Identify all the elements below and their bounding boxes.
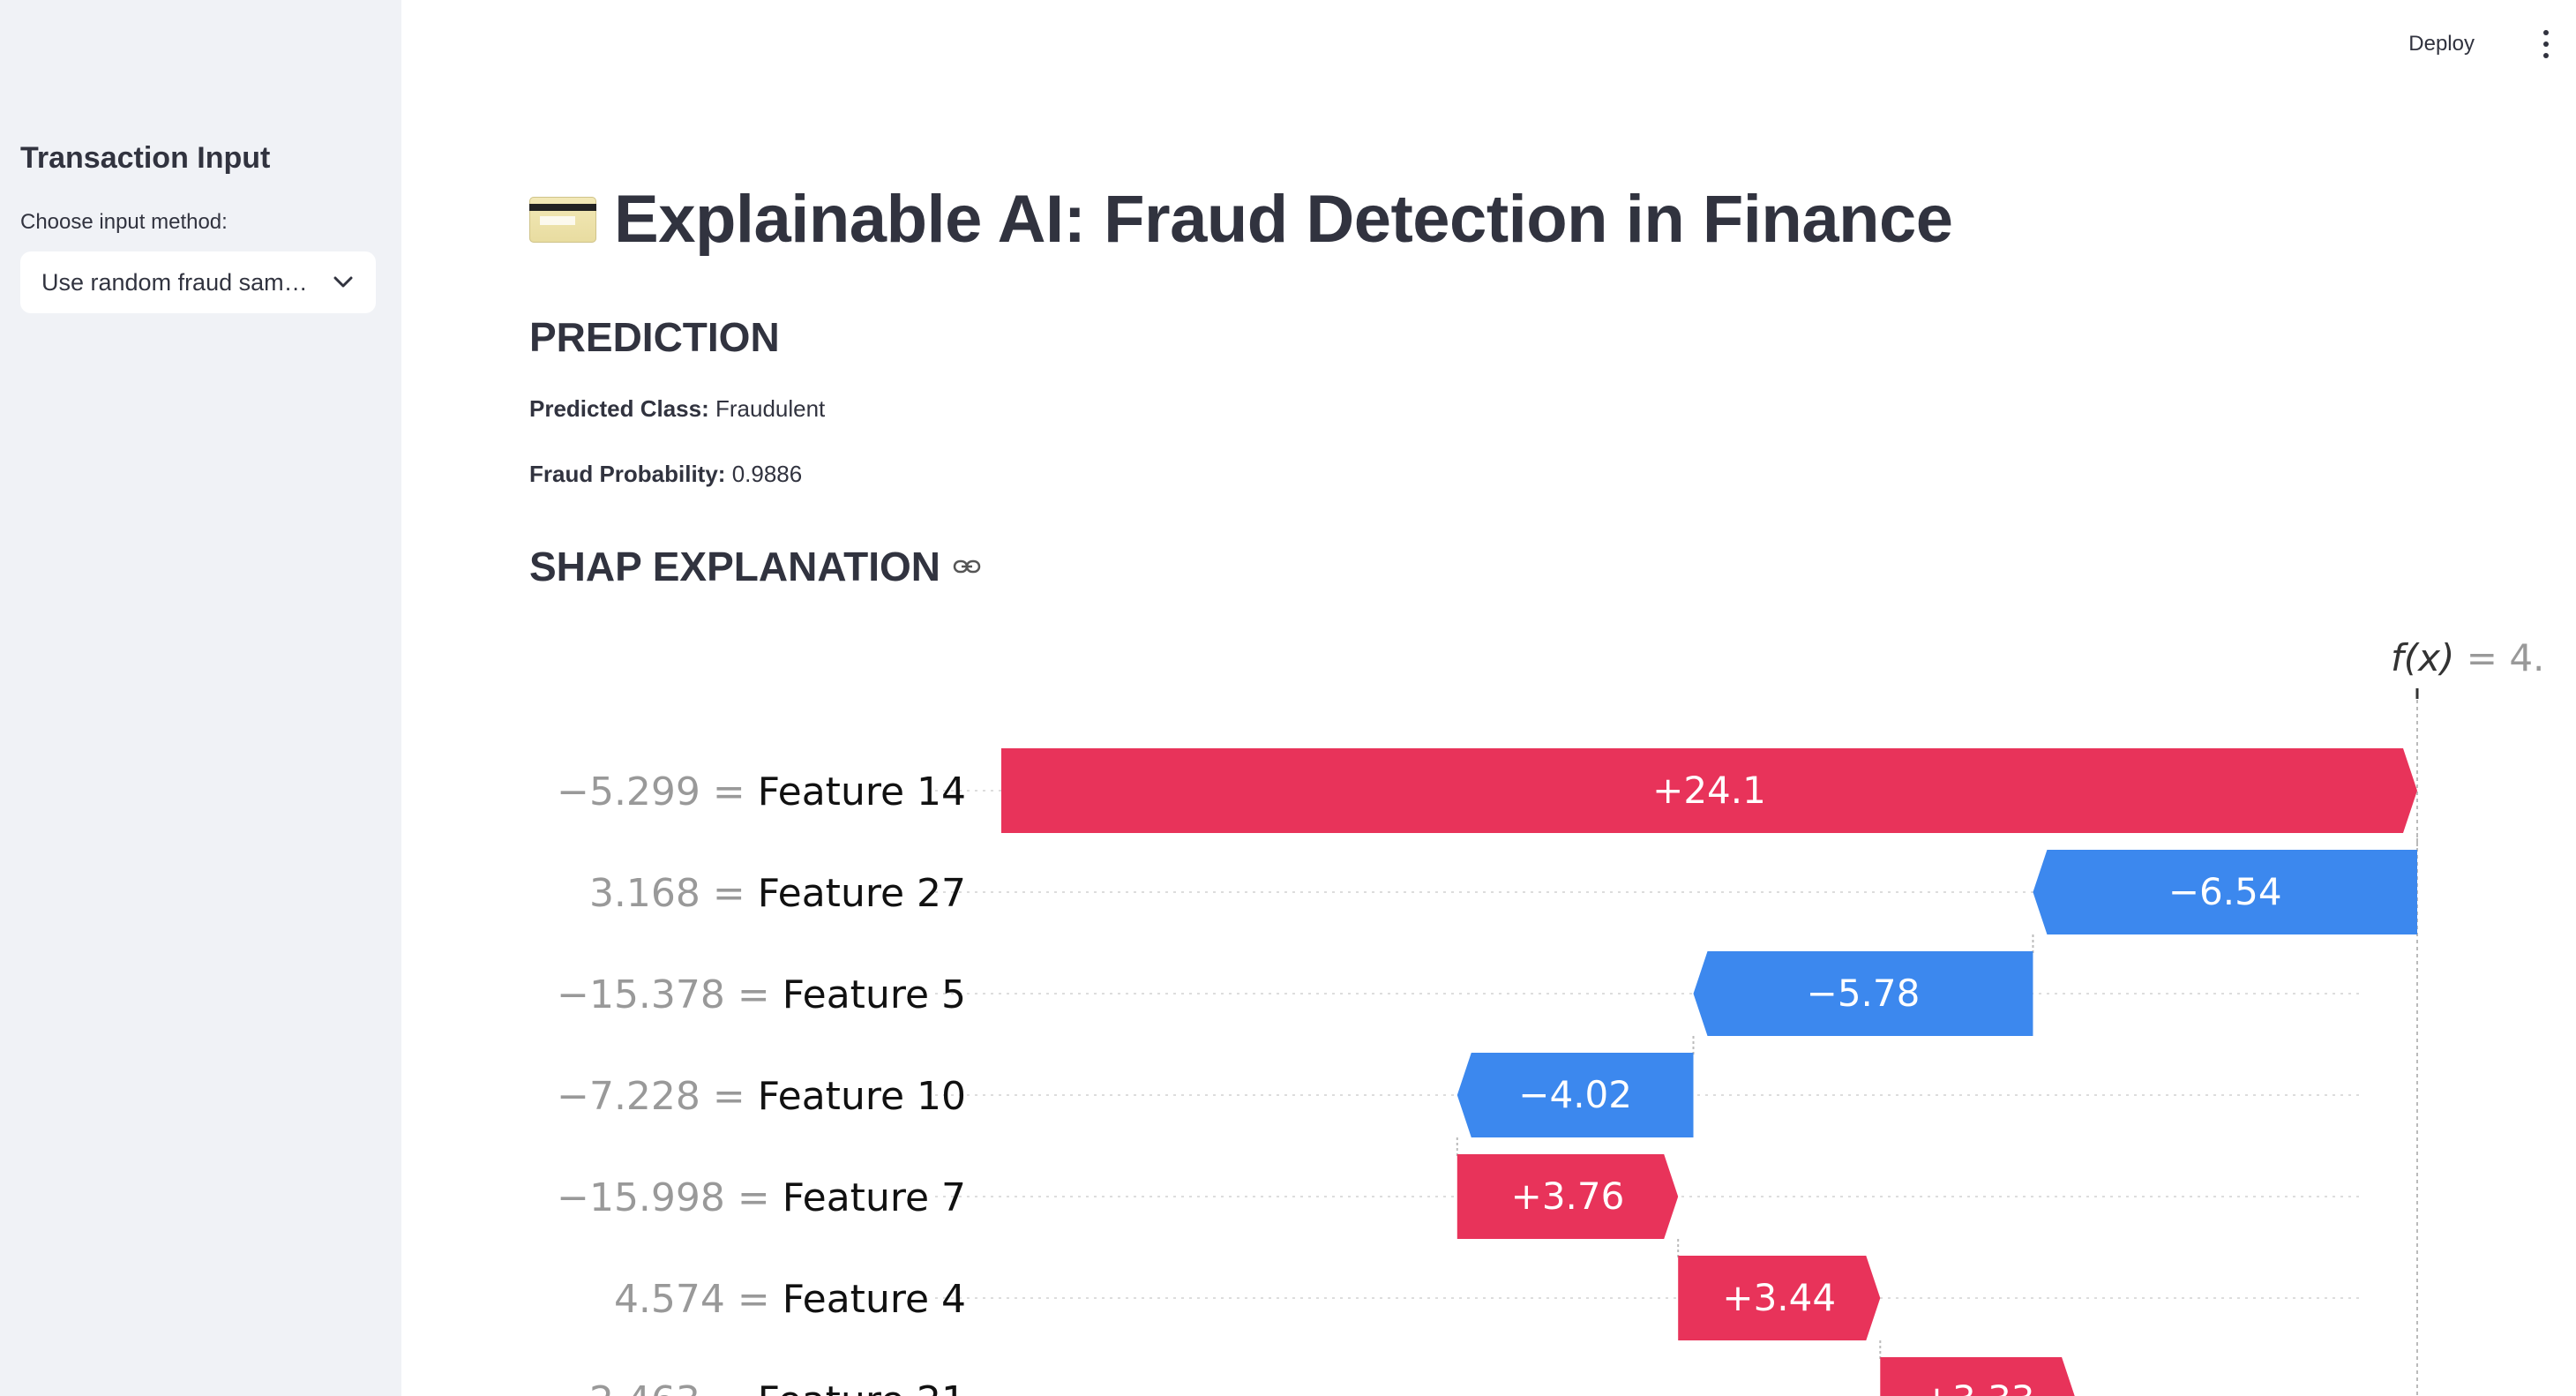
bar-value-label: −5.78 <box>1807 972 1921 1015</box>
input-method-select[interactable]: Use random fraud sam… <box>20 251 376 313</box>
feature-name: Feature 10 <box>758 1074 966 1119</box>
predicted-class-label: Predicted Class: <box>529 395 709 422</box>
credit-card-icon <box>529 196 596 243</box>
input-method-label: Choose input method: <box>20 210 228 234</box>
fx-label-value: = 4.466 <box>2454 636 2541 679</box>
deploy-button[interactable]: Deploy <box>2400 26 2483 62</box>
sidebar-title: Transaction Input <box>20 141 271 175</box>
feature-value: −15.998 = <box>557 1175 783 1220</box>
bar-value-label: −4.02 <box>1518 1073 1632 1116</box>
bar-value-label: +3.33 <box>1921 1377 2035 1396</box>
feature-label: −15.378 = Feature 5 <box>557 972 966 1017</box>
fraud-probability-label: Fraud Probability: <box>529 461 726 487</box>
fx-label-name: f(x) <box>2391 636 2454 679</box>
feature-label: −5.299 = Feature 14 <box>557 769 966 814</box>
feature-name: Feature 4 <box>783 1277 966 1322</box>
predicted-class-line: Predicted Class: Fraudulent <box>529 395 825 423</box>
feature-name: Feature 27 <box>758 871 966 916</box>
feature-value: −7.228 = <box>557 1074 758 1119</box>
feature-value: −5.299 = <box>557 769 758 814</box>
shap-heading: SHAP EXPLANATION <box>529 544 941 589</box>
page-title: Explainable AI: Fraud Detection in Finan… <box>614 182 1953 257</box>
sidebar: Transaction Input Choose input method: U… <box>0 0 401 1396</box>
page-title-row: Explainable AI: Fraud Detection in Finan… <box>529 181 1953 258</box>
feature-value: 4.574 = <box>614 1277 783 1322</box>
feature-name: Feature 7 <box>783 1175 966 1220</box>
feature-name: Feature 21 <box>758 1378 966 1396</box>
feature-name: Feature 14 <box>758 769 966 814</box>
bar-value-label: −6.54 <box>2168 870 2282 913</box>
input-method-select-value: Use random fraud sam… <box>41 268 308 296</box>
app-root: Transaction Input Choose input method: U… <box>0 0 2576 1396</box>
feature-name: Feature 5 <box>783 972 966 1017</box>
bar-value-label: +24.1 <box>1652 769 1766 812</box>
chevron-down-icon <box>332 271 355 294</box>
prediction-heading: PREDICTION <box>529 314 780 360</box>
shap-heading-row: SHAP EXPLANATION <box>529 543 981 590</box>
fx-label: f(x) = 4.466 <box>2391 636 2541 679</box>
kebab-menu-icon[interactable] <box>2537 30 2555 58</box>
fraud-probability-line: Fraud Probability: 0.9886 <box>529 461 802 488</box>
feature-label: 3.168 = Feature 27 <box>589 871 966 916</box>
predicted-class-value: Fraudulent <box>715 395 826 422</box>
feature-label: −7.228 = Feature 10 <box>557 1074 966 1119</box>
feature-label: 4.574 = Feature 4 <box>614 1277 966 1322</box>
fraud-probability-value: 0.9886 <box>731 461 803 487</box>
bar-value-label: +3.76 <box>1511 1175 1625 1218</box>
shap-waterfall-chart: f(x) = 4.466 +24.1 −5.299 = Feature 14 −6.5… <box>557 636 2541 1396</box>
feature-value: −15.378 = <box>557 972 783 1017</box>
feature-value: 3.168 = <box>589 871 758 916</box>
feature-value: 2.463 = <box>589 1378 758 1396</box>
feature-label: 2.463 = Feature 21 <box>589 1378 966 1396</box>
bar-value-label: +3.44 <box>1722 1276 1836 1319</box>
feature-label: −15.998 = Feature 7 <box>557 1175 966 1220</box>
link-icon[interactable] <box>953 558 981 575</box>
